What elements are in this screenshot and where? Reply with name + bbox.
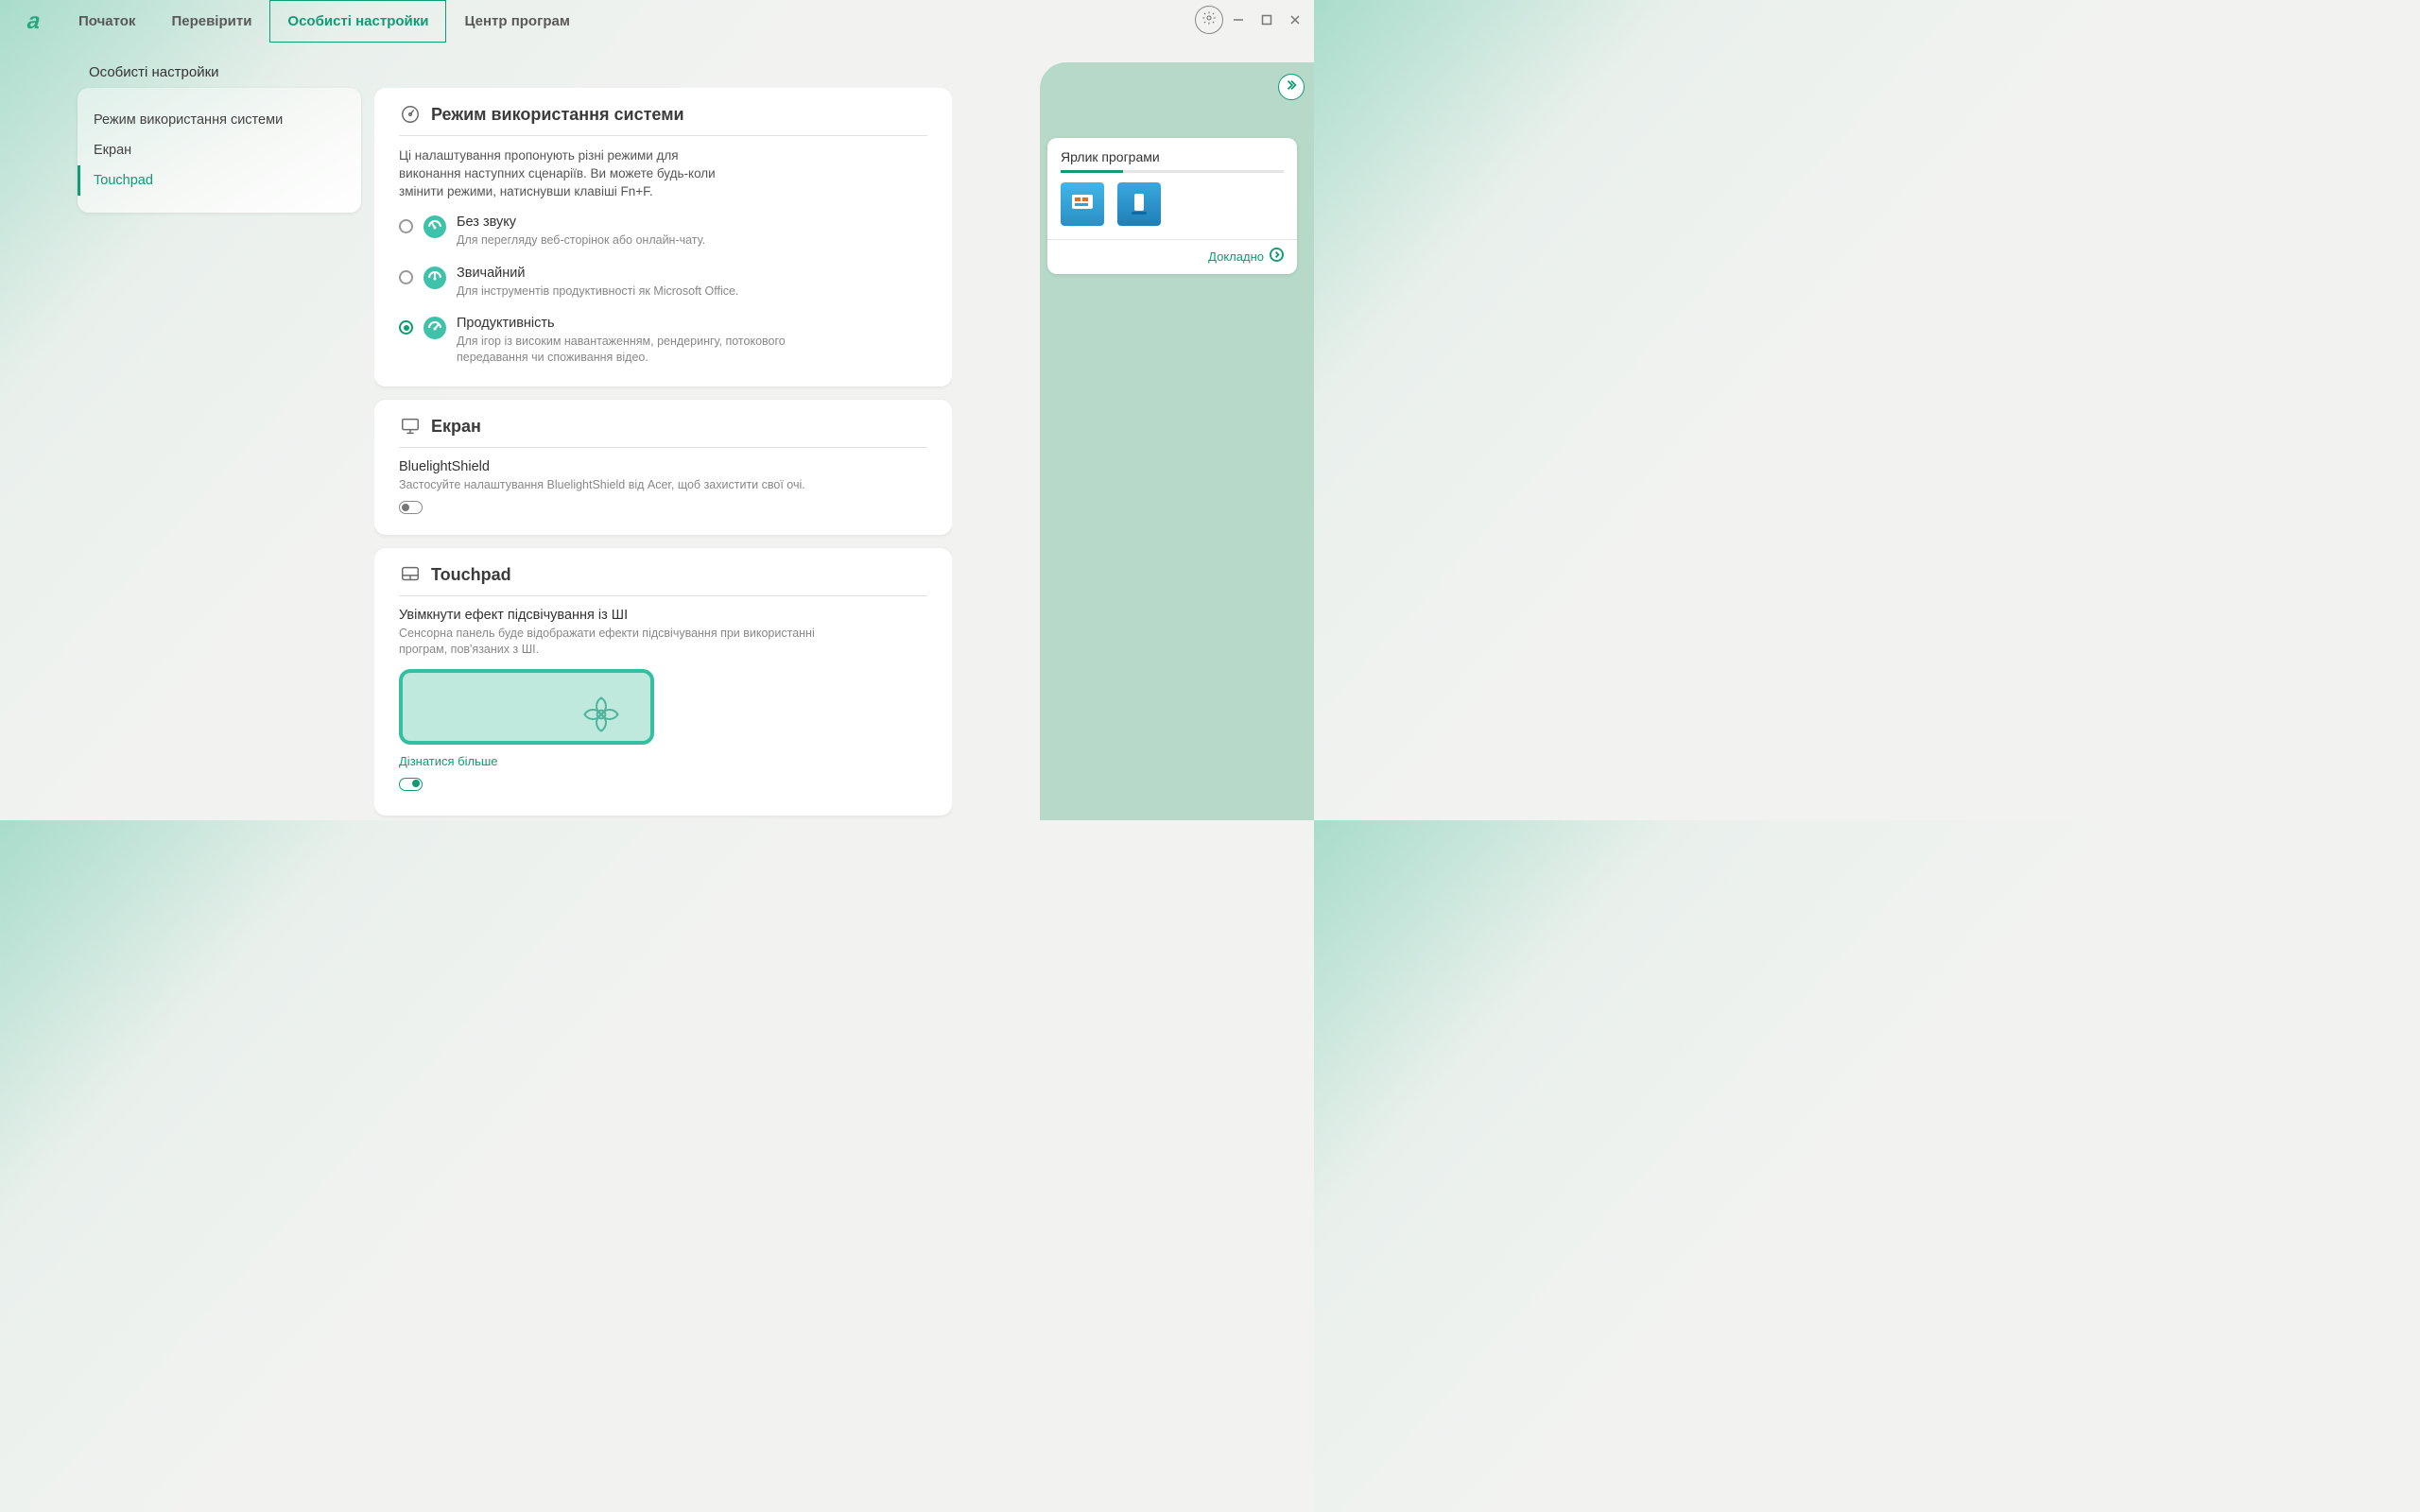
collapse-rail-button[interactable]: [1278, 74, 1305, 100]
touchpad-preview: [399, 669, 654, 745]
gear-icon: [1201, 10, 1217, 30]
mode-silent-sub: Для перегляду веб-сторінок або онлайн-ча…: [457, 232, 705, 249]
right-rail: Ярлик програми Докладно: [1040, 62, 1314, 820]
window-controls: [1195, 6, 1308, 34]
touchpad-title: Touchpad: [431, 565, 511, 585]
tab-app-center[interactable]: Центр програм: [446, 0, 587, 43]
shortcut-widget: Ярлик програми Докладно: [1047, 138, 1297, 274]
usage-mode-card: Режим використання системи Ці налаштуван…: [374, 88, 952, 387]
usage-mode-desc: Ці налаштування пропонують різні режими …: [399, 147, 720, 201]
mode-normal-sub: Для інструментів продуктивності як Micro…: [457, 284, 738, 300]
radio-silent[interactable]: [399, 219, 413, 233]
radio-normal[interactable]: [399, 270, 413, 284]
ai-light-title: Увімкнути ефект підсвічування із ШІ: [399, 608, 927, 623]
maximize-button[interactable]: [1253, 7, 1280, 33]
sidebar-item-touchpad[interactable]: Touchpad: [78, 165, 361, 196]
close-button[interactable]: [1282, 7, 1308, 33]
ai-pattern-icon: [580, 694, 622, 735]
mode-normal-title: Звичайний: [457, 266, 738, 281]
ai-light-desc: Сенсорна панель буде відображати ефекти …: [399, 626, 834, 658]
main-tabs: Початок Перевірити Особисті настройки Це…: [60, 0, 588, 43]
widget-divider: [1061, 170, 1284, 173]
shortcut-tile-1[interactable]: [1061, 182, 1104, 226]
mode-performance-title: Продуктивність: [457, 316, 854, 331]
mode-silent-title: Без звуку: [457, 215, 705, 230]
touchpad-card: Touchpad Увімкнути ефект підсвічування і…: [374, 548, 952, 816]
monitor-icon: [399, 415, 422, 438]
silent-icon: [423, 215, 447, 239]
gauge-icon: [399, 103, 422, 126]
main-content: Режим використання системи Ці налаштуван…: [374, 88, 952, 820]
tab-home[interactable]: Початок: [60, 0, 153, 43]
sidebar-item-usage-mode[interactable]: Режим використання системи: [78, 105, 361, 135]
widget-more-label: Докладно: [1208, 249, 1264, 264]
learn-more-link[interactable]: Дізнатися більше: [399, 754, 498, 768]
shortcut-tile-2[interactable]: [1117, 182, 1161, 226]
normal-icon: [423, 266, 447, 290]
chevron-right-circle-icon: [1270, 248, 1284, 265]
radio-performance[interactable]: [399, 320, 413, 335]
mode-normal[interactable]: Звичайний Для інструментів продуктивност…: [399, 266, 927, 300]
settings-sidebar: Режим використання системи Екран Touchpa…: [78, 88, 361, 213]
settings-button[interactable]: [1195, 6, 1223, 34]
mode-performance[interactable]: Продуктивність Для ігор із високим наван…: [399, 316, 927, 366]
top-bar: a Початок Перевірити Особисті настройки …: [0, 0, 1314, 43]
mode-silent[interactable]: Без звуку Для перегляду веб-сторінок або…: [399, 215, 927, 249]
performance-icon: [423, 316, 447, 340]
sidebar-item-screen[interactable]: Екран: [78, 135, 361, 165]
usage-mode-title: Режим використання системи: [431, 105, 684, 125]
tab-check[interactable]: Перевірити: [153, 0, 269, 43]
bluelightshield-toggle[interactable]: [399, 501, 423, 514]
bluelightshield-desc: Застосуйте налаштування BluelightShield …: [399, 477, 834, 493]
app-logo: a: [8, 0, 60, 43]
minimize-button[interactable]: [1225, 7, 1252, 33]
chevrons-right-icon: [1285, 78, 1298, 96]
touchpad-icon: [399, 563, 422, 586]
widget-more-link[interactable]: Докладно: [1061, 248, 1284, 265]
widget-title: Ярлик програми: [1061, 149, 1284, 164]
page-title: Особисті настройки: [89, 64, 219, 80]
mode-performance-sub: Для ігор із високим навантаженням, ренде…: [457, 334, 854, 366]
screen-card: Екран BluelightShield Застосуйте налашту…: [374, 400, 952, 535]
bluelightshield-title: BluelightShield: [399, 459, 927, 474]
screen-title: Екран: [431, 417, 481, 437]
tab-personal-settings[interactable]: Особисті настройки: [269, 0, 446, 43]
ai-light-toggle[interactable]: [399, 778, 423, 791]
